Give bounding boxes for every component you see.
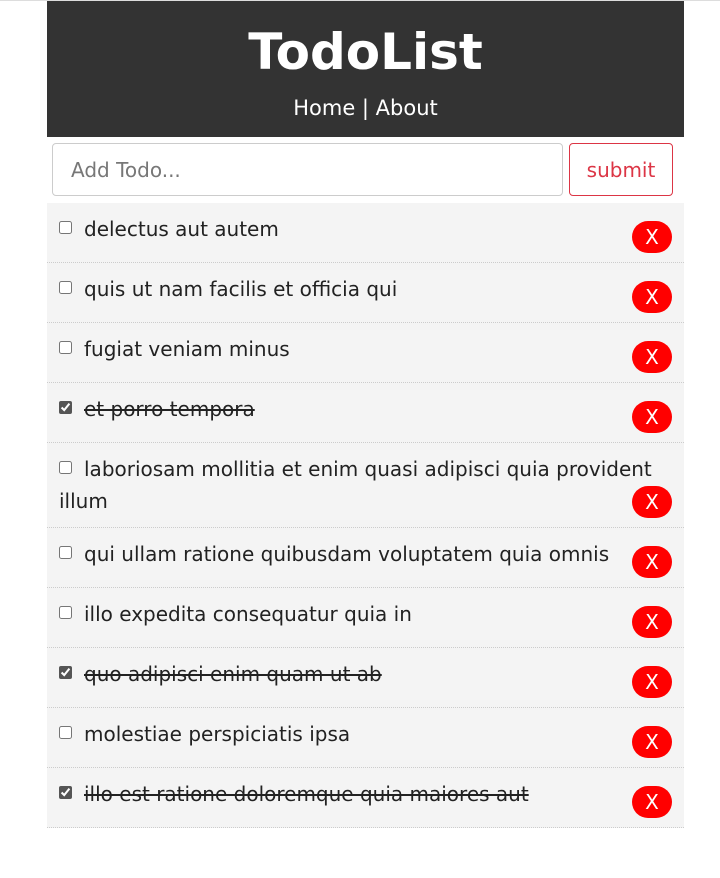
todo-item: quo adipisci enim quam ut ab X — [47, 648, 684, 708]
delete-todo-button[interactable]: X — [632, 341, 672, 373]
delete-todo-button[interactable]: X — [632, 486, 672, 518]
todo-item: illo est ratione doloremque quia maiores… — [47, 768, 684, 828]
todo-item: delectus aut autem X — [47, 203, 684, 263]
delete-todo-button[interactable]: X — [632, 786, 672, 818]
delete-todo-button[interactable]: X — [632, 281, 672, 313]
todo-title: quis ut nam facilis et officia qui — [84, 277, 398, 301]
add-todo-form: submit — [47, 137, 684, 203]
todo-checkbox[interactable] — [59, 606, 72, 619]
nav-about-link[interactable]: About — [376, 96, 438, 120]
delete-todo-button[interactable]: X — [632, 666, 672, 698]
todo-item: quis ut nam facilis et officia qui X — [47, 263, 684, 323]
todo-item: qui ullam ratione quibusdam voluptatem q… — [47, 528, 684, 588]
nav-separator: | — [355, 96, 376, 120]
add-todo-input[interactable] — [52, 143, 563, 196]
todo-checkbox[interactable] — [59, 221, 72, 234]
todo-title: illo expedita consequatur quia in — [84, 602, 412, 626]
todo-list: delectus aut autem Xquis ut nam facilis e… — [47, 203, 684, 828]
todo-checkbox[interactable] — [59, 461, 72, 474]
delete-todo-button[interactable]: X — [632, 221, 672, 253]
delete-todo-button[interactable]: X — [632, 726, 672, 758]
todo-checkbox[interactable] — [59, 281, 72, 294]
nav-home-link[interactable]: Home — [293, 96, 355, 120]
todo-app: TodoList Home | About submit delectus au… — [47, 1, 684, 828]
todo-checkbox[interactable] — [59, 341, 72, 354]
todo-item: et porro tempora X — [47, 383, 684, 443]
delete-todo-button[interactable]: X — [632, 546, 672, 578]
todo-title: quo adipisci enim quam ut ab — [84, 662, 382, 686]
todo-title: et porro tempora — [84, 397, 255, 421]
nav-links: Home | About — [47, 94, 684, 122]
todo-title: fugiat veniam minus — [84, 337, 290, 361]
todo-item: illo expedita consequatur quia in X — [47, 588, 684, 648]
todo-title: illo est ratione doloremque quia maiores… — [84, 782, 529, 806]
submit-button[interactable]: submit — [569, 143, 673, 196]
todo-title: qui ullam ratione quibusdam voluptatem q… — [84, 542, 610, 566]
todo-item: fugiat veniam minus X — [47, 323, 684, 383]
app-header: TodoList Home | About — [47, 1, 684, 137]
delete-todo-button[interactable]: X — [632, 401, 672, 433]
app-title: TodoList — [248, 23, 483, 81]
todo-title: laboriosam mollitia et enim quasi adipis… — [59, 457, 652, 513]
todo-title: molestiae perspiciatis ipsa — [84, 722, 351, 746]
todo-checkbox[interactable] — [59, 401, 72, 414]
todo-checkbox[interactable] — [59, 726, 72, 739]
todo-item: molestiae perspiciatis ipsa X — [47, 708, 684, 768]
delete-todo-button[interactable]: X — [632, 606, 672, 638]
todo-checkbox[interactable] — [59, 786, 72, 799]
todo-item: laboriosam mollitia et enim quasi adipis… — [47, 443, 684, 528]
todo-checkbox[interactable] — [59, 666, 72, 679]
todo-title: delectus aut autem — [84, 217, 279, 241]
todo-checkbox[interactable] — [59, 546, 72, 559]
